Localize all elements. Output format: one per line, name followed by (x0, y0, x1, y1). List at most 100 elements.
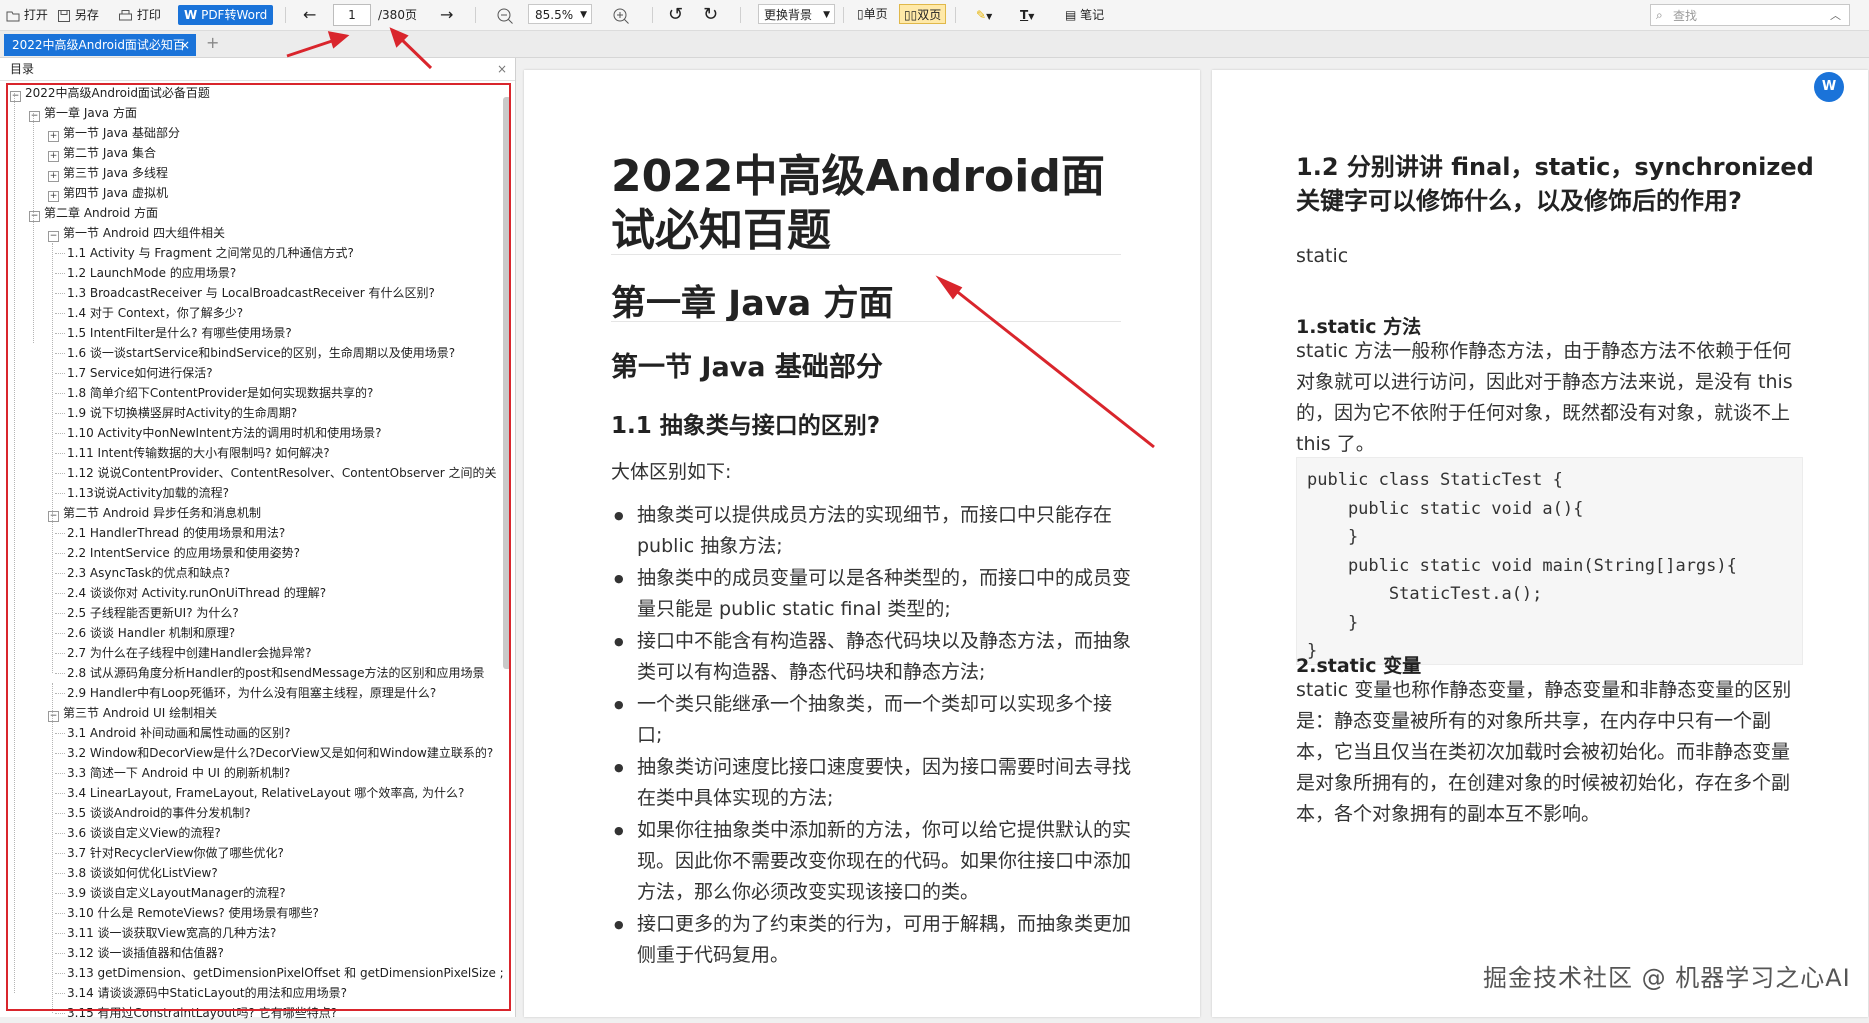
question-heading: 1.2 分别讲讲 final，static，synchronized 关键字可以… (1296, 153, 1814, 215)
toc-tree: −2022中高级Android面试必备百题 − 第一章 Java 方面 + 第一节 Ja… (6, 83, 512, 1020)
open-button[interactable]: 打开 (6, 6, 48, 24)
toc-item[interactable]: 3.14 请谈谈源码中StaticLayout的用法和应用场景? (55, 983, 498, 1003)
toc-item-label: 2.5 子线程能否更新UI? 为什么? (67, 606, 239, 620)
toc-item[interactable]: 2.6 谈谈 Handler 机制和原理? (55, 623, 498, 643)
toc-item[interactable]: 1.6 谈一谈startService和bindService的区别，生命周期以… (55, 343, 498, 363)
expand-icon[interactable]: + (48, 191, 59, 202)
toc-scrollbar[interactable] (503, 97, 511, 669)
save-as-button[interactable]: 另存 (57, 6, 99, 24)
new-tab-button[interactable]: + (206, 33, 219, 52)
toc-item-label: 2.4 谈谈你对 Activity.runOnUiThread 的理解? (67, 586, 327, 600)
toc-item[interactable]: 3.8 谈谈如何优化ListView? (55, 863, 498, 883)
expand-icon[interactable]: + (48, 151, 59, 162)
rotate-right-button[interactable]: ↻ (703, 6, 718, 24)
toc-item[interactable]: 3.7 针对RecyclerView你做了哪些优化? (55, 843, 498, 863)
search-input[interactable]: 查找 (1650, 4, 1850, 26)
toc-item[interactable]: −2022中高级Android面试必备百题 (10, 83, 498, 103)
toc-item[interactable]: 1.13说说Activity加载的流程? (55, 483, 498, 503)
collapse-icon[interactable]: − (29, 111, 40, 122)
toc-item[interactable]: − 第一节 Android 四大组件相关 (48, 223, 498, 243)
page-number-input[interactable]: 1 (333, 4, 371, 26)
notes-button[interactable]: ▤ 笔记 (1065, 6, 1104, 24)
prev-page-button[interactable]: ← (303, 6, 316, 24)
toc-item-label: 第三节 Java 多线程 (63, 166, 168, 180)
toc-item[interactable]: − 第一章 Java 方面 (29, 103, 498, 123)
toc-item-label: 1.9 说下切换横竖屏时Activity的生命周期? (67, 406, 298, 420)
text-tool-button[interactable]: T▼ (1020, 6, 1034, 24)
toc-item[interactable]: 3.3 简述一下 Android 中 UI 的刷新机制? (55, 763, 498, 783)
print-button[interactable]: 打印 (118, 6, 161, 24)
zoom-select[interactable]: 85.5% ▼ (528, 4, 592, 24)
toc-item[interactable]: 3.15 有用过ConstraintLayout吗? 它有哪些特点? (55, 1003, 498, 1023)
toc-item-label: 3.2 Window和DecorView是什么?DecorView又是如何和Wi… (67, 746, 494, 760)
toc-item[interactable]: + 第四节 Java 虚拟机 (48, 183, 498, 203)
toc-item[interactable]: − 第三节 Android UI 绘制相关 (48, 703, 498, 723)
toc-item[interactable]: 1.4 对于 Context，你了解多少? (55, 303, 498, 323)
single-page-icon: ▯ (857, 7, 864, 21)
toc-item[interactable]: 3.1 Android 补间动画和属性动画的区别? (55, 723, 498, 743)
toc-item[interactable]: 1.1 Activity 与 Fragment 之间常见的几种通信方式? (55, 243, 498, 263)
toc-item[interactable]: + 第三节 Java 多线程 (48, 163, 498, 183)
toc-item[interactable]: 2.3 AsyncTask的优点和缺点? (55, 563, 498, 583)
zoom-out-button[interactable] (496, 6, 514, 24)
toc-item[interactable]: 3.6 谈谈自定义View的流程? (55, 823, 498, 843)
document-title: 2022中高级Android面试必知百题 (611, 151, 1105, 256)
tree-connector (55, 913, 65, 914)
collapse-icon[interactable]: − (48, 711, 59, 722)
toc-item[interactable]: + 第二节 Java 集合 (48, 143, 498, 163)
toc-item[interactable]: − 第二章 Android 方面 (29, 203, 498, 223)
toc-item[interactable]: 1.10 Activity中onNewIntent方法的调用时机和使用场景? (55, 423, 498, 443)
pdf-to-word-button[interactable]: W PDF转Word (178, 5, 274, 25)
close-tab-icon[interactable]: × (180, 34, 190, 56)
collapse-icon[interactable]: − (10, 91, 21, 102)
collapse-icon[interactable]: − (48, 231, 59, 242)
rotate-left-button[interactable]: ↺ (668, 6, 683, 24)
toc-item[interactable]: 3.12 谈一谈插值器和估值器? (55, 943, 498, 963)
tree-connector (55, 873, 65, 874)
toc-item[interactable]: 3.11 谈一谈获取View宽高的几种方法? (55, 923, 498, 943)
toc-item[interactable]: 1.9 说下切换横竖屏时Activity的生命周期? (55, 403, 498, 423)
toc-item[interactable]: 1.11 Intent传输数据的大小有限制吗? 如何解决? (55, 443, 498, 463)
word-convert-fab[interactable]: W (1814, 72, 1844, 102)
toc-item[interactable]: 1.7 Service如何进行保活? (55, 363, 498, 383)
next-page-button[interactable]: → (440, 6, 453, 24)
highlight-button[interactable]: ✎▼ (976, 6, 992, 24)
toc-item[interactable]: 2.9 Handler中有Loop死循环，为什么没有阻塞主线程，原理是什么? (55, 683, 498, 703)
tree-connector (55, 773, 65, 774)
toc-item[interactable]: − 第二节 Android 异步任务和消息机制 (48, 503, 498, 523)
folder-icon (6, 11, 20, 21)
list-item: 抽象类可以提供成员方法的实现细节，而接口中只能存在 public 抽象方法; (611, 500, 1131, 562)
toc-item[interactable]: 1.5 IntentFilter是什么? 有哪些使用场景? (55, 323, 498, 343)
background-select[interactable]: 更换背景 ▼ (758, 4, 835, 24)
chevron-up-icon[interactable]: ︿ (1830, 7, 1841, 23)
double-page-button[interactable]: ▯▯双页 (899, 4, 947, 24)
toc-item[interactable]: 3.10 什么是 RemoteViews? 使用场景有哪些? (55, 903, 498, 923)
divider (652, 7, 653, 23)
toc-item[interactable]: 1.2 LaunchMode 的应用场景? (55, 263, 498, 283)
expand-icon[interactable]: + (48, 171, 59, 182)
paragraph: static 变量也称作静态变量，静态变量和非静态变量的区别是：静态变量被所有的… (1296, 679, 1792, 825)
collapse-icon[interactable]: − (29, 211, 40, 222)
toc-item[interactable]: 2.7 为什么在子线程中创建Handler会抛异常? (55, 643, 498, 663)
toc-item[interactable]: 2.1 HandlerThread 的使用场景和用法? (55, 523, 498, 543)
document-tab[interactable]: 2022中高级Android面试必知百 × (4, 34, 196, 56)
toc-item[interactable]: 3.4 LinearLayout, FrameLayout, RelativeL… (55, 783, 498, 803)
toc-item[interactable]: + 第一节 Java 基础部分 (48, 123, 498, 143)
toc-item[interactable]: 3.2 Window和DecorView是什么?DecorView又是如何和Wi… (55, 743, 498, 763)
zoom-in-button[interactable] (612, 6, 630, 24)
toc-item[interactable]: 2.8 试从源码角度分析Handler的post和sendMessage方法的区… (55, 663, 498, 683)
toc-item[interactable]: 2.4 谈谈你对 Activity.runOnUiThread 的理解? (55, 583, 498, 603)
toc-item[interactable]: 1.12 说说ContentProvider、ContentResolver、C… (55, 463, 498, 483)
toc-item[interactable]: 2.2 IntentService 的应用场景和使用姿势? (55, 543, 498, 563)
expand-icon[interactable]: + (48, 131, 59, 142)
highlighter-icon: ✎ (976, 8, 987, 22)
toc-item[interactable]: 3.9 谈谈自定义LayoutManager的流程? (55, 883, 498, 903)
toc-item[interactable]: 3.5 谈谈Android的事件分发机制? (55, 803, 498, 823)
single-page-button[interactable]: ▯单页 (853, 4, 892, 24)
toc-item[interactable]: 1.3 BroadcastReceiver 与 LocalBroadcastRe… (55, 283, 498, 303)
toc-item[interactable]: 1.8 简单介绍下ContentProvider是如何实现数据共享的? (55, 383, 498, 403)
toc-item[interactable]: 2.5 子线程能否更新UI? 为什么? (55, 603, 498, 623)
collapse-icon[interactable]: − (48, 511, 59, 522)
toc-item[interactable]: 3.13 getDimension、getDimensionPixelOffse… (55, 963, 504, 983)
close-sidebar-icon[interactable]: × (497, 58, 507, 80)
